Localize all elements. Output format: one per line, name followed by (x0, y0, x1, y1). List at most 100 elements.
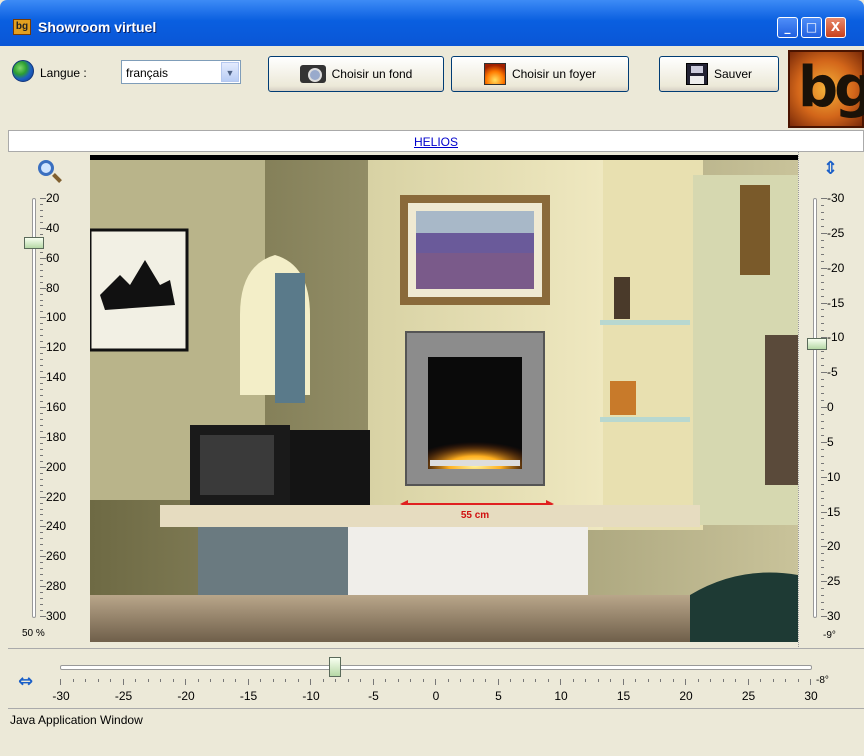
scale-minor-tick (272, 679, 274, 682)
scale-minor-tick (485, 679, 486, 682)
scale-minor-tick (40, 311, 43, 313)
scale-minor-tick (821, 434, 824, 436)
scale-minor-tick (460, 679, 461, 682)
scale-minor-tick (821, 246, 824, 248)
zoom-panel: 20 40 60 80 100 120 140 160 180 200 220 240 260 280 30… (8, 152, 90, 647)
floppy-disk-icon (685, 63, 708, 85)
scale-minor-tick (660, 679, 661, 682)
scale-minor-tick (821, 351, 824, 353)
vertical-angle-thumb[interactable] (807, 338, 827, 351)
scale-label: 200 (46, 459, 67, 474)
scale-minor-tick (821, 483, 824, 485)
scale-minor-tick (385, 679, 386, 682)
scale-minor-tick (821, 260, 824, 262)
scale-minor-tick (797, 679, 799, 682)
scale-minor-tick (821, 532, 824, 534)
scale-minor-tick (85, 679, 86, 682)
scale-minor-tick (40, 490, 43, 492)
scale-label: -5 (827, 365, 838, 380)
scale-label: -15 (827, 295, 845, 310)
scale-minor-tick (821, 204, 824, 206)
scale-minor-tick (821, 497, 824, 499)
scale-minor-tick (572, 679, 574, 682)
scale-label: 80 (46, 280, 60, 295)
scale-minor-tick (821, 309, 824, 311)
scale-minor-tick (40, 215, 43, 217)
choose-background-label: Choisir un fond (331, 67, 413, 81)
scale-minor-tick (821, 330, 824, 332)
scale-minor-tick (40, 562, 43, 564)
minimize-button[interactable]: _ (777, 17, 798, 38)
horizontal-angle-panel: ⇔ -30 -25 -20 -15 -10 -5 0 5 10 15 20 25 30 -8° (8, 648, 864, 708)
scale-minor-tick (40, 329, 43, 331)
scale-label: 140 (46, 370, 67, 385)
vertical-angle-track[interactable] (813, 198, 817, 618)
language-select[interactable]: français ▼ (121, 60, 241, 84)
horizontal-angle-thumb[interactable] (329, 657, 341, 677)
scale-label: 100 (46, 310, 67, 325)
save-button[interactable]: Sauver (659, 56, 779, 92)
scale-minor-tick (40, 532, 43, 534)
scale-minor-tick (821, 525, 824, 527)
scale-minor-tick (821, 225, 824, 227)
scale-minor-tick (40, 610, 43, 612)
choose-fireplace-button[interactable]: Choisir un foyer (451, 56, 629, 92)
scale-label: 280 (46, 579, 67, 594)
scale-minor-tick (40, 412, 43, 414)
scale-minor-tick (610, 679, 611, 682)
scale-minor-tick (821, 400, 824, 402)
scale-tick (310, 679, 311, 685)
scale-minor-tick (40, 478, 43, 480)
model-link[interactable]: HELIOS (414, 135, 458, 149)
scale-minor-tick (821, 553, 824, 555)
zoom-slider-thumb[interactable] (24, 236, 44, 249)
scale-minor-tick (40, 538, 43, 540)
scale-minor-tick (40, 323, 43, 325)
title-bar: bg Showroom virtuel _ □ X (0, 0, 864, 46)
scale-minor-tick (40, 353, 43, 355)
scale-minor-tick (821, 455, 824, 457)
scale-minor-tick (40, 401, 43, 403)
scale-label: 60 (46, 250, 60, 265)
close-button[interactable]: X (825, 17, 846, 38)
horizontal-angle-track[interactable] (60, 665, 812, 670)
scale-minor-tick (40, 221, 43, 223)
chevron-down-icon[interactable]: ▼ (221, 62, 239, 82)
scale-minor-tick (821, 365, 824, 367)
scale-minor-tick (40, 365, 43, 367)
scale-minor-tick (40, 448, 43, 450)
scale-label: 0 (827, 400, 834, 414)
horizontal-angle-value: -8° (816, 675, 829, 686)
scale-minor-tick (235, 679, 236, 682)
scale-tick (435, 679, 436, 685)
scale-tick (185, 679, 186, 685)
scale-minor-tick (397, 679, 399, 682)
scale-minor-tick (147, 679, 149, 682)
scale-label: -30 (827, 191, 845, 205)
scale-minor-tick (821, 448, 824, 450)
scale-label: 180 (46, 429, 67, 444)
scale-minor-tick (40, 442, 43, 444)
status-text: Java Application Window (10, 713, 143, 727)
scale-tick (622, 679, 624, 685)
vertical-angle-value: -9° (823, 630, 836, 641)
zoom-slider-track[interactable] (32, 198, 36, 618)
scale-minor-tick (821, 518, 824, 520)
scale-label: -10 (302, 689, 320, 703)
scale-minor-tick (135, 679, 136, 682)
up-down-arrow-icon: ⇕ (823, 158, 839, 179)
brand-logo: bg (788, 50, 864, 128)
scale-label: 20 (46, 191, 60, 205)
scale-minor-tick (40, 371, 43, 373)
room-scene-image: 55 cm (90, 160, 798, 642)
scale-minor-tick (821, 274, 824, 276)
scale-minor-tick (40, 604, 43, 606)
scale-tick (560, 679, 561, 685)
scale-minor-tick (40, 251, 43, 253)
choose-background-button[interactable]: Choisir un fond (268, 56, 444, 92)
scale-minor-tick (40, 508, 43, 510)
maximize-button[interactable]: □ (801, 17, 822, 38)
scale-label: 260 (46, 549, 67, 564)
scale-minor-tick (672, 679, 674, 682)
choose-fireplace-label: Choisir un foyer (511, 67, 597, 81)
